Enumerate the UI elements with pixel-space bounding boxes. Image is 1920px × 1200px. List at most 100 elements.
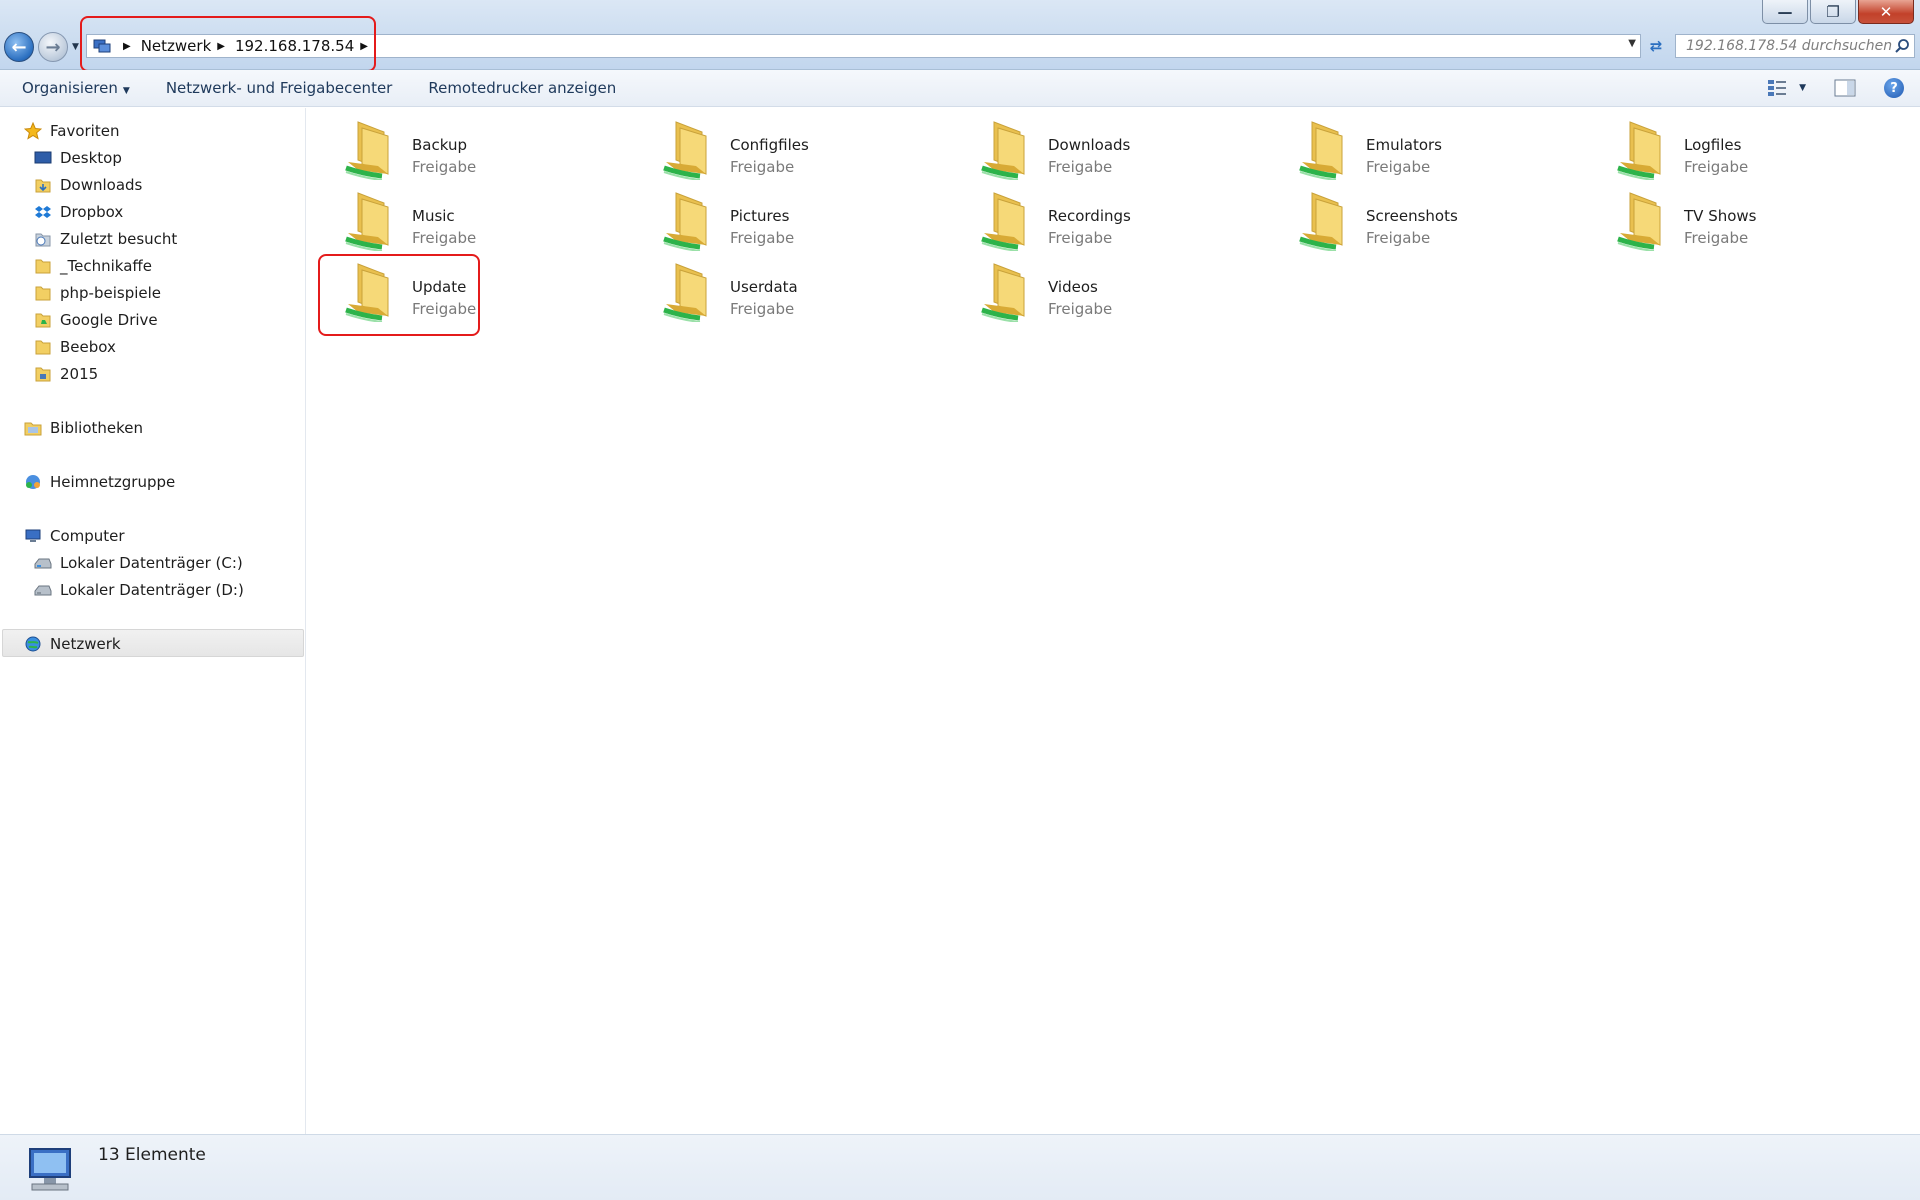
sidebar-item-label: _Technikaffe <box>60 257 152 275</box>
sidebar-item-label: Netzwerk <box>50 635 121 653</box>
sidebar-item-desktop[interactable]: Desktop <box>34 147 122 169</box>
address-bar[interactable]: ▶ Netzwerk ▶ 192.168.178.54 ▶ ▼ <box>86 34 1641 58</box>
share-name: TV Shows <box>1684 207 1757 225</box>
breadcrumb-ip[interactable]: 192.168.178.54 <box>235 37 354 55</box>
chevron-down-icon: ▼ <box>122 86 130 96</box>
maximize-button[interactable]: ❐ <box>1810 0 1856 24</box>
sidebar-item-technikaffe[interactable]: _Technikaffe <box>34 255 152 277</box>
shared-folder-icon <box>345 263 389 322</box>
shared-folder-icon <box>1299 192 1343 251</box>
sidebar-item-homegroup[interactable]: Heimnetzgruppe <box>24 471 175 493</box>
share-folder-item[interactable]: Update Freigabe <box>322 258 622 322</box>
shared-folder-icon <box>1617 121 1661 180</box>
share-folder-item[interactable]: Logfiles Freigabe <box>1594 116 1894 180</box>
arrow-right-icon: → <box>45 36 61 58</box>
share-type: Freigabe <box>730 229 795 247</box>
sidebar-item-php-beispiele[interactable]: php-beispiele <box>34 282 161 304</box>
share-type: Freigabe <box>412 300 477 318</box>
sidebar-item-label: Heimnetzgruppe <box>50 473 176 491</box>
share-folder-item[interactable]: Pictures Freigabe <box>640 187 940 251</box>
close-button[interactable]: ✕ <box>1858 0 1914 24</box>
share-type: Freigabe <box>1048 229 1113 247</box>
remote-printers-button[interactable]: Remotedrucker anzeigen <box>428 79 616 97</box>
network-globe-icon <box>25 636 41 652</box>
shared-folder-icon <box>345 192 389 251</box>
hard-drive-icon <box>34 585 52 596</box>
sidebar-item-recent[interactable]: Zuletzt besucht <box>34 228 177 250</box>
sidebar-item-label: Beebox <box>60 338 116 356</box>
search-input[interactable]: 192.168.178.54 durchsuchen <box>1675 34 1915 58</box>
share-folder-item[interactable]: Music Freigabe <box>322 187 622 251</box>
folder-icon <box>35 259 51 274</box>
address-dropdown[interactable]: ▼ <box>1628 38 1636 49</box>
sidebar-item-drive-c[interactable]: Lokaler Datenträger (C:) <box>34 552 243 574</box>
view-options-icon <box>1768 80 1787 96</box>
help-icon[interactable]: ? <box>1884 78 1904 98</box>
shared-folder-icon <box>663 192 707 251</box>
share-type: Freigabe <box>412 229 477 247</box>
breadcrumb-separator[interactable]: ▶ <box>360 41 368 52</box>
preview-pane-icon[interactable] <box>1834 78 1856 98</box>
share-type: Freigabe <box>1048 300 1113 318</box>
organize-button[interactable]: Organisieren ▼ <box>22 79 130 97</box>
refresh-button[interactable]: ⇄ <box>1644 34 1668 58</box>
sidebar-item-label: Favoriten <box>50 122 120 140</box>
minimize-button[interactable]: — <box>1762 0 1808 24</box>
shared-folder-icon <box>981 263 1025 322</box>
shared-folder-icon <box>663 263 707 322</box>
share-folder-item[interactable]: TV Shows Freigabe <box>1594 187 1894 251</box>
share-name: Emulators <box>1366 136 1442 154</box>
share-name: Screenshots <box>1366 207 1458 225</box>
organize-label: Organisieren <box>22 79 118 97</box>
share-folder-item[interactable]: Emulators Freigabe <box>1276 116 1576 180</box>
share-type: Freigabe <box>1684 158 1749 176</box>
sidebar-item-beebox[interactable]: Beebox <box>34 336 116 358</box>
window-controls: — ❐ ✕ <box>1762 0 1914 24</box>
share-folder-item[interactable]: Backup Freigabe <box>322 116 622 180</box>
sidebar-item-downloads[interactable]: Downloads <box>34 174 142 196</box>
sidebar-item-dropbox[interactable]: Dropbox <box>34 201 123 223</box>
sidebar-item-label: Computer <box>50 527 125 545</box>
breadcrumb-separator[interactable]: ▶ <box>217 41 225 52</box>
share-type: Freigabe <box>1684 229 1749 247</box>
share-folder-item[interactable]: Userdata Freigabe <box>640 258 940 322</box>
sidebar-item-2015[interactable]: 2015 <box>34 363 98 385</box>
share-folder-item[interactable]: Videos Freigabe <box>958 258 1258 322</box>
network-center-button[interactable]: Netzwerk- und Freigabecenter <box>166 79 393 97</box>
sidebar-item-google-drive[interactable]: Google Drive <box>34 309 158 331</box>
libraries-icon <box>24 422 42 436</box>
forward-button[interactable]: → <box>38 32 68 62</box>
sidebar-item-label: php-beispiele <box>60 284 162 302</box>
share-name: Userdata <box>730 278 798 296</box>
sidebar-item-computer[interactable]: Computer <box>24 525 125 547</box>
share-folder-item[interactable]: Recordings Freigabe <box>958 187 1258 251</box>
sidebar-item-label: Downloads <box>60 176 143 194</box>
breadcrumb-netzwerk[interactable]: Netzwerk <box>141 37 212 55</box>
share-folder-item[interactable]: Downloads Freigabe <box>958 116 1258 180</box>
recent-pages-dropdown[interactable]: ▼ <box>72 42 79 52</box>
sidebar-item-network[interactable]: Netzwerk <box>24 633 121 655</box>
sidebar-item-libraries[interactable]: Bibliotheken <box>24 417 143 439</box>
share-type: Freigabe <box>1048 158 1113 176</box>
refresh-icon: ⇄ <box>1649 37 1663 55</box>
breadcrumb-separator[interactable]: ▶ <box>123 41 131 52</box>
shared-folder-icon <box>663 121 707 180</box>
desktop-icon <box>34 151 52 164</box>
share-name: Logfiles <box>1684 136 1742 154</box>
share-name: Videos <box>1048 278 1098 296</box>
shared-folder-icon <box>981 121 1025 180</box>
sidebar-item-label: Dropbox <box>60 203 124 221</box>
change-view-button[interactable]: ▼ <box>1767 78 1806 98</box>
shared-folder-icon <box>1299 121 1343 180</box>
sidebar-item-label: Lokaler Datenträger (C:) <box>60 554 243 572</box>
shared-folder-icon <box>345 121 389 180</box>
share-folder-item[interactable]: Configfiles Freigabe <box>640 116 940 180</box>
sidebar-item-favorites[interactable]: Favoriten <box>24 120 119 142</box>
share-folder-item[interactable]: Screenshots Freigabe <box>1276 187 1576 251</box>
sidebar-item-drive-d[interactable]: Lokaler Datenträger (D:) <box>34 579 244 601</box>
back-button[interactable]: ← <box>4 32 34 62</box>
shared-folder-icon <box>1617 192 1661 251</box>
search-icon[interactable] <box>1894 38 1910 54</box>
sidebar-item-label: Bibliotheken <box>50 419 143 437</box>
share-name: Backup <box>412 136 467 154</box>
